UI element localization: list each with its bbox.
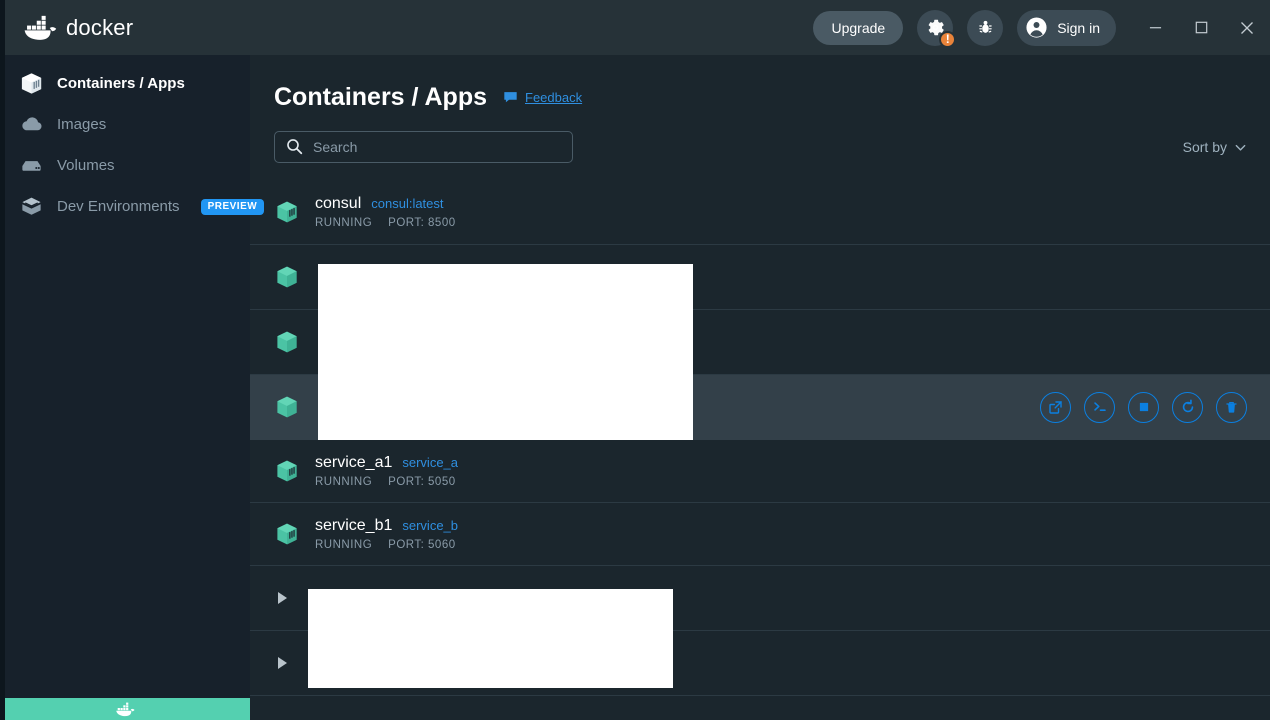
maximize-icon	[1195, 21, 1208, 34]
container-port: PORT: 5060	[388, 539, 455, 551]
docker-brand: docker	[23, 15, 133, 41]
row-action-buttons	[1040, 392, 1247, 423]
container-image[interactable]: consul:latest	[371, 196, 443, 211]
table-row[interactable]: service_a1 service_a RUNNING PORT: 5050	[250, 440, 1270, 503]
container-box-icon	[18, 71, 44, 97]
speech-bubble-icon	[503, 90, 518, 105]
docker-whale-status-icon	[114, 702, 136, 717]
close-button[interactable]	[1224, 0, 1270, 55]
container-image[interactable]: service_b	[402, 518, 458, 533]
delete-button[interactable]	[1216, 392, 1247, 423]
sidebar-item-label: Volumes	[57, 157, 115, 174]
docker-whale-logo	[23, 15, 57, 41]
container-port: PORT: 8500	[388, 217, 455, 229]
row-text-block: consul consul:latest RUNNING PORT: 8500	[315, 195, 456, 229]
table-row[interactable]: service_b1 service_b RUNNING PORT: 5060	[250, 503, 1270, 566]
container-cube-icon	[274, 521, 300, 547]
open-in-browser-icon	[1048, 400, 1063, 415]
occlusion-overlay-lower	[308, 589, 673, 688]
container-cube-icon	[274, 199, 300, 225]
page-title: Containers / Apps	[274, 83, 487, 112]
sort-by-label: Sort by	[1183, 139, 1227, 155]
container-status: RUNNING	[315, 476, 372, 488]
sidebar-item-images[interactable]: Images	[5, 104, 250, 145]
titlebar: docker Upgrade !	[5, 0, 1270, 55]
bug-report-button[interactable]	[967, 10, 1003, 46]
container-name: service_b1	[315, 517, 392, 535]
chevron-down-icon	[1234, 141, 1247, 154]
container-image[interactable]: service_a	[402, 455, 458, 470]
container-status: RUNNING	[315, 539, 372, 551]
sidebar-item-label: Dev Environments	[57, 198, 180, 215]
settings-warning-badge: !	[939, 31, 956, 48]
row-text-block: service_a1 service_a RUNNING PORT: 5050	[315, 454, 458, 488]
sidebar: Containers / Apps Images Volumes	[5, 55, 250, 698]
sidebar-item-label: Containers / Apps	[57, 75, 185, 92]
stop-icon	[1137, 400, 1151, 414]
minimize-icon	[1149, 21, 1162, 34]
settings-button[interactable]: !	[917, 10, 953, 46]
feedback-label: Feedback	[525, 90, 582, 105]
table-row[interactable]: consul consul:latest RUNNING PORT: 8500	[250, 180, 1270, 245]
volume-drive-icon	[18, 153, 44, 179]
sidebar-item-volumes[interactable]: Volumes	[5, 145, 250, 186]
window-left-edge	[0, 0, 5, 720]
dev-env-icon	[18, 194, 44, 220]
delete-trash-icon	[1224, 400, 1239, 415]
search-input[interactable]	[274, 131, 573, 163]
container-name: consul	[315, 195, 361, 213]
container-cube-icon	[274, 394, 300, 420]
titlebar-actions: Upgrade !	[813, 0, 1270, 55]
restart-icon	[1180, 399, 1196, 415]
maximize-button[interactable]	[1178, 0, 1224, 55]
close-icon	[1240, 21, 1254, 35]
container-name: service_a1	[315, 454, 392, 472]
docker-status-bar[interactable]	[0, 698, 250, 720]
sidebar-item-containers-apps[interactable]: Containers / Apps	[5, 63, 250, 104]
search-field-wrapper	[274, 131, 573, 163]
page-header: Containers / Apps Feedback	[250, 55, 1270, 112]
sign-in-button[interactable]: Sign in	[1017, 10, 1116, 46]
container-cube-icon	[274, 458, 300, 484]
container-cube-icon	[274, 264, 300, 290]
restart-button[interactable]	[1172, 392, 1203, 423]
cli-terminal-icon	[1092, 399, 1108, 415]
sidebar-item-label: Images	[57, 116, 106, 133]
container-cube-icon	[274, 329, 300, 355]
expand-triangle-icon[interactable]	[278, 592, 287, 604]
container-status: RUNNING	[315, 217, 372, 229]
sort-by-dropdown[interactable]: Sort by	[1183, 139, 1247, 155]
occlusion-overlay-upper	[318, 264, 693, 440]
row-text-block: service_b1 service_b RUNNING PORT: 5060	[315, 517, 458, 551]
cli-terminal-button[interactable]	[1084, 392, 1115, 423]
container-port: PORT: 5050	[388, 476, 455, 488]
sidebar-item-dev-environments[interactable]: Dev Environments PREVIEW	[5, 186, 250, 227]
cloud-icon	[18, 112, 44, 138]
brand-name: docker	[66, 15, 133, 41]
bug-icon	[977, 19, 994, 36]
preview-badge: PREVIEW	[201, 199, 265, 215]
list-toolbar: Sort by	[250, 112, 1270, 163]
upgrade-button[interactable]: Upgrade	[813, 11, 903, 45]
stop-button[interactable]	[1128, 392, 1159, 423]
user-avatar-icon	[1025, 16, 1048, 39]
feedback-link[interactable]: Feedback	[503, 90, 582, 105]
docker-desktop-window: docker Upgrade !	[0, 0, 1270, 720]
open-in-browser-button[interactable]	[1040, 392, 1071, 423]
minimize-button[interactable]	[1132, 0, 1178, 55]
window-controls	[1132, 0, 1270, 55]
sign-in-label: Sign in	[1057, 20, 1100, 36]
expand-triangle-icon[interactable]	[278, 657, 287, 669]
